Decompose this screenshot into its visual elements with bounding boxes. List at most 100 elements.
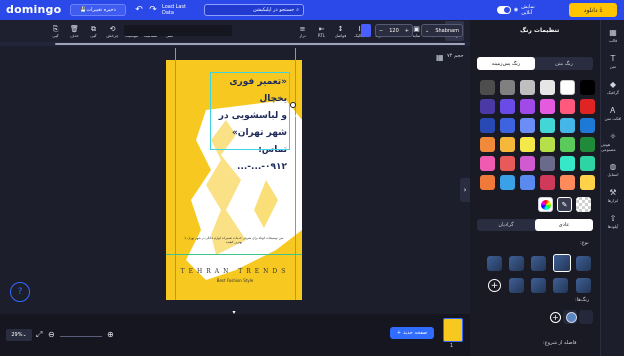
tab-text-color[interactable]: رنگ متن (535, 57, 593, 70)
color-swatch[interactable] (580, 80, 595, 95)
gradient-option[interactable] (531, 278, 546, 293)
toolbar-item[interactable]: ⇤ RTL (312, 21, 331, 41)
fit-screen-icon[interactable]: ⤢ (36, 330, 42, 340)
gradient-option-selected[interactable] (553, 254, 571, 272)
color-swatch[interactable] (560, 156, 575, 171)
font-size-stepper[interactable]: − 120 + (375, 24, 413, 37)
grid-icon[interactable]: ▦ (436, 53, 444, 62)
sidebar-item-uploads[interactable]: ⇧ آپلودها (601, 214, 624, 229)
toolbar-item[interactable]: ⟲ چرخش (103, 21, 122, 41)
tab-gradient[interactable]: گرادیان (477, 219, 535, 231)
color-swatch[interactable] (500, 99, 515, 114)
text-color-swatch[interactable] (361, 24, 371, 37)
new-page-button[interactable]: + صفحه جدید (390, 327, 434, 339)
color-swatch[interactable] (540, 175, 555, 190)
increase-size-button[interactable]: + (405, 28, 409, 34)
zoom-in-icon[interactable]: ⊕ (107, 330, 114, 339)
chevron-down-icon[interactable]: ▾ (228, 309, 240, 317)
color-swatch[interactable] (560, 99, 575, 114)
color-swatch[interactable] (540, 118, 555, 133)
move-icon[interactable]: ✛ (290, 112, 297, 121)
color-swatch[interactable] (520, 118, 535, 133)
color-swatch[interactable] (480, 137, 495, 152)
color-swatch[interactable] (500, 118, 515, 133)
sidebar-item-tools[interactable]: ⚒ ابزارها (601, 188, 624, 203)
sidebar-item-ai[interactable]: ✧ هوش مصنوعی (601, 132, 624, 152)
add-gradient-icon[interactable]: + (488, 279, 501, 292)
scrollbar-thumb[interactable] (55, 43, 465, 45)
decrease-size-button[interactable]: − (379, 28, 383, 34)
gradient-option[interactable] (531, 256, 546, 271)
tab-solid[interactable]: عادی (535, 219, 593, 231)
toolbar-item[interactable]: ≡ تراز (293, 21, 312, 41)
toolbar-item[interactable]: ⧉ کپی (84, 21, 103, 41)
color-swatch[interactable] (480, 118, 495, 133)
help-icon[interactable]: ? (10, 282, 30, 302)
color-swatch[interactable] (540, 80, 555, 95)
sidebar-item-styles[interactable]: ◍ استایل (601, 162, 624, 177)
gradient-stop[interactable] (566, 312, 577, 323)
gradient-option[interactable] (576, 256, 591, 271)
online-preview-toggle[interactable]: ◉ نمایش آنلاین (497, 4, 547, 16)
color-swatch[interactable] (580, 156, 595, 171)
gradient-option[interactable] (576, 278, 591, 293)
color-swatch[interactable] (520, 175, 535, 190)
sidebar-item-text[interactable]: T متن (601, 54, 624, 69)
save-button[interactable]: 💾 ذخیره تغییرات (70, 4, 126, 16)
color-swatch[interactable] (520, 99, 535, 114)
color-wheel-icon[interactable] (538, 197, 553, 212)
toolbar-item[interactable]: ↕ فواصل (331, 21, 350, 41)
color-swatch[interactable] (520, 137, 535, 152)
color-swatch[interactable] (560, 80, 575, 95)
toolbar-item[interactable]: ⎘ کپی (46, 21, 65, 41)
page-thumbnail[interactable] (443, 318, 463, 342)
add-stop-icon[interactable]: + (550, 312, 561, 323)
color-swatch[interactable] (560, 175, 575, 190)
gradient-option[interactable] (553, 278, 568, 293)
selection-box[interactable] (210, 72, 290, 150)
download-button[interactable]: دانلود ⤓ (569, 3, 617, 17)
color-swatch[interactable] (520, 80, 535, 95)
collapse-panel-button[interactable]: › (460, 178, 470, 202)
color-swatch[interactable] (480, 175, 495, 190)
color-swatch[interactable] (500, 156, 515, 171)
toolbar-spacer (124, 25, 232, 36)
color-swatch[interactable] (540, 137, 555, 152)
load-last-data-button[interactable]: Load Last Data (162, 4, 198, 16)
color-swatch[interactable] (500, 80, 515, 95)
color-swatch[interactable] (480, 99, 495, 114)
color-swatch[interactable] (540, 156, 555, 171)
gradient-option[interactable] (487, 256, 502, 271)
color-swatch[interactable] (580, 118, 595, 133)
color-swatch[interactable] (580, 99, 595, 114)
transparent-swatch[interactable] (576, 197, 591, 212)
zoom-slider[interactable] (60, 336, 102, 337)
color-swatch[interactable] (580, 175, 595, 190)
color-swatch[interactable] (580, 137, 595, 152)
toggle-switch[interactable] (497, 6, 511, 14)
color-swatch[interactable] (520, 156, 535, 171)
sidebar-item-graphics[interactable]: ◆ گرافیک (601, 80, 624, 95)
rotate-handle[interactable] (290, 102, 296, 108)
color-swatch[interactable] (560, 118, 575, 133)
redo-icon[interactable]: ↷ (148, 4, 158, 16)
sidebar-item-text-effects[interactable]: Ꭺ افکت متن (601, 106, 624, 121)
tab-background-color[interactable]: رنگ پس‌زمینه (477, 57, 535, 70)
gradient-option[interactable] (509, 278, 524, 293)
color-swatch[interactable] (480, 80, 495, 95)
color-swatch[interactable] (560, 137, 575, 152)
color-swatch[interactable] (480, 156, 495, 171)
gradient-option[interactable] (509, 256, 524, 271)
color-swatch[interactable] (500, 137, 515, 152)
zoom-select[interactable]: 29% ⌄ (6, 329, 32, 341)
toolbar-item[interactable]: 🗑 حذف (65, 21, 84, 41)
gradient-stop-dark[interactable] (579, 310, 593, 324)
color-swatch[interactable] (500, 175, 515, 190)
font-select[interactable]: ⌄ Shabnam (421, 24, 463, 37)
sidebar-item-template[interactable]: ▦ قالب (601, 28, 624, 43)
undo-icon[interactable]: ↶ (134, 4, 144, 16)
zoom-out-icon[interactable]: ⊖ (48, 330, 55, 339)
color-swatch[interactable] (540, 99, 555, 114)
app-search-input[interactable]: جستجو در اپلیکیشن ⌕ (204, 4, 304, 16)
eyedropper-icon[interactable]: ✎ (557, 197, 572, 212)
